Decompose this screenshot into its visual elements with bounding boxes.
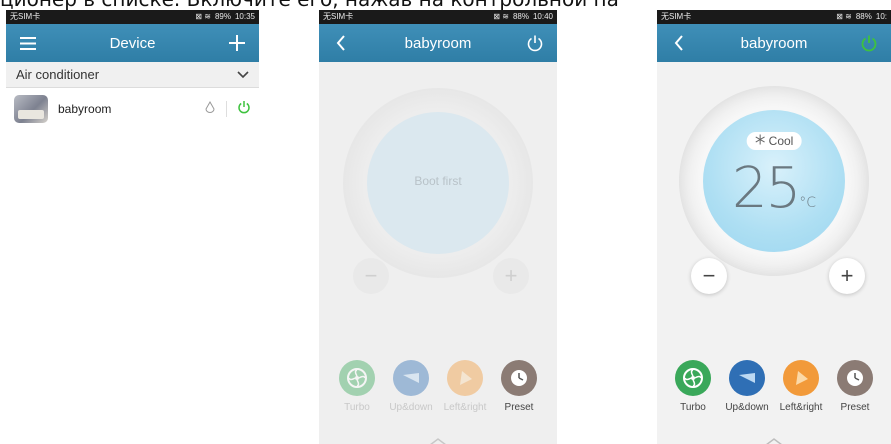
page-title: Device [109, 34, 156, 52]
temperature-value: 25 [731, 156, 801, 221]
leftright-function[interactable]: Left&right [442, 360, 488, 413]
dial-center: Cool 25°C [703, 110, 845, 252]
device-row[interactable]: babyroom [6, 88, 259, 130]
humidity-drop-icon [204, 100, 216, 118]
updown-label: Up&down [389, 402, 433, 413]
header-bar: Device [6, 24, 259, 62]
time-text: 10: [875, 12, 887, 21]
temperature-dial: Cool 25°C [679, 86, 869, 276]
updown-function[interactable]: Up&down [724, 360, 770, 413]
battery-text: 88% [512, 12, 529, 21]
device-thumbnail [14, 95, 48, 123]
power-icon[interactable] [237, 100, 251, 119]
leftright-swing-icon [447, 360, 483, 396]
updown-label: Up&down [725, 402, 769, 413]
preset-function[interactable]: Preset [832, 360, 878, 413]
signal-wifi-icon: ⊠ ≋ [836, 12, 852, 21]
battery-text: 88% [855, 12, 872, 21]
dial-ring: Boot first [343, 88, 533, 278]
power-icon[interactable] [523, 31, 547, 55]
updown-swing-icon [729, 360, 765, 396]
increase-temp-button[interactable]: + [493, 258, 529, 294]
header-bar: babyroom [657, 24, 891, 62]
snowflake-icon [755, 134, 766, 148]
turbo-icon [339, 360, 375, 396]
updown-swing-icon [393, 360, 429, 396]
signal-wifi-icon: ⊠ ≋ [195, 12, 211, 21]
time-text: 10:40 [532, 12, 553, 21]
chevron-up-icon[interactable] [428, 434, 448, 444]
category-air-conditioner[interactable]: Air conditioner [6, 62, 259, 88]
back-icon[interactable] [667, 31, 691, 55]
status-bar: 无SIM卡 ⊠ ≋ 89% 10:35 [6, 10, 259, 24]
power-icon[interactable] [857, 31, 881, 55]
carrier-text: 无SIM卡 [661, 12, 692, 21]
add-device-icon[interactable] [225, 31, 249, 55]
control-screen-on: 无SIM卡 ⊠ ≋ 88% 10: babyroom Cool 25°C − +… [657, 10, 891, 444]
preset-function[interactable]: Preset [496, 360, 542, 413]
page-title: babyroom [404, 34, 472, 52]
turbo-function[interactable]: Turbo [334, 360, 380, 413]
boot-first-text: Boot first [414, 174, 462, 188]
turbo-label: Turbo [344, 402, 370, 413]
back-icon[interactable] [329, 31, 353, 55]
chevron-down-icon [237, 67, 249, 82]
decrease-temp-button[interactable]: − [691, 258, 727, 294]
status-bar: 无SIM卡 ⊠ ≋ 88% 10:40 [319, 10, 557, 24]
page-title: babyroom [740, 34, 808, 52]
device-name: babyroom [58, 102, 112, 116]
increase-temp-button[interactable]: + [829, 258, 865, 294]
leftright-label: Left&right [779, 402, 823, 413]
control-screen-off: 无SIM卡 ⊠ ≋ 88% 10:40 babyroom Boot first … [319, 10, 557, 444]
status-bar: 无SIM卡 ⊠ ≋ 88% 10: [657, 10, 891, 24]
category-label: Air conditioner [16, 67, 100, 82]
header-bar: babyroom [319, 24, 557, 62]
leftright-swing-icon [783, 360, 819, 396]
preset-label: Preset [840, 402, 870, 413]
carrier-text: 无SIM卡 [10, 12, 41, 21]
temperature-unit: °C [799, 195, 817, 211]
divider [226, 101, 227, 117]
temperature-readout: 25°C [703, 156, 845, 221]
turbo-label: Turbo [680, 402, 706, 413]
mode-badge[interactable]: Cool [746, 132, 802, 150]
dial-center: Boot first [367, 112, 509, 254]
clock-icon [837, 360, 873, 396]
dial-ring: Cool 25°C [679, 86, 869, 276]
function-bar: Turbo Up&down Left&right Preset [657, 360, 891, 413]
menu-icon[interactable] [16, 31, 40, 55]
turbo-function[interactable]: Turbo [670, 360, 716, 413]
chevron-up-icon[interactable] [764, 434, 784, 444]
updown-function[interactable]: Up&down [388, 360, 434, 413]
mode-label: Cool [768, 134, 794, 148]
signal-wifi-icon: ⊠ ≋ [493, 12, 509, 21]
leftright-label: Left&right [443, 402, 487, 413]
decrease-temp-button[interactable]: − [353, 258, 389, 294]
device-list-screen: 无SIM卡 ⊠ ≋ 89% 10:35 Device Air condition… [6, 10, 259, 444]
instruction-caption: ционер в списке. Включите его, нажав на … [0, 0, 891, 10]
battery-text: 89% [214, 12, 231, 21]
turbo-icon [675, 360, 711, 396]
temperature-dial: Boot first [343, 88, 533, 278]
leftright-function[interactable]: Left&right [778, 360, 824, 413]
preset-label: Preset [504, 402, 534, 413]
time-text: 10:35 [234, 12, 255, 21]
carrier-text: 无SIM卡 [323, 12, 354, 21]
function-bar: Turbo Up&down Left&right Preset [319, 360, 557, 413]
clock-icon [501, 360, 537, 396]
